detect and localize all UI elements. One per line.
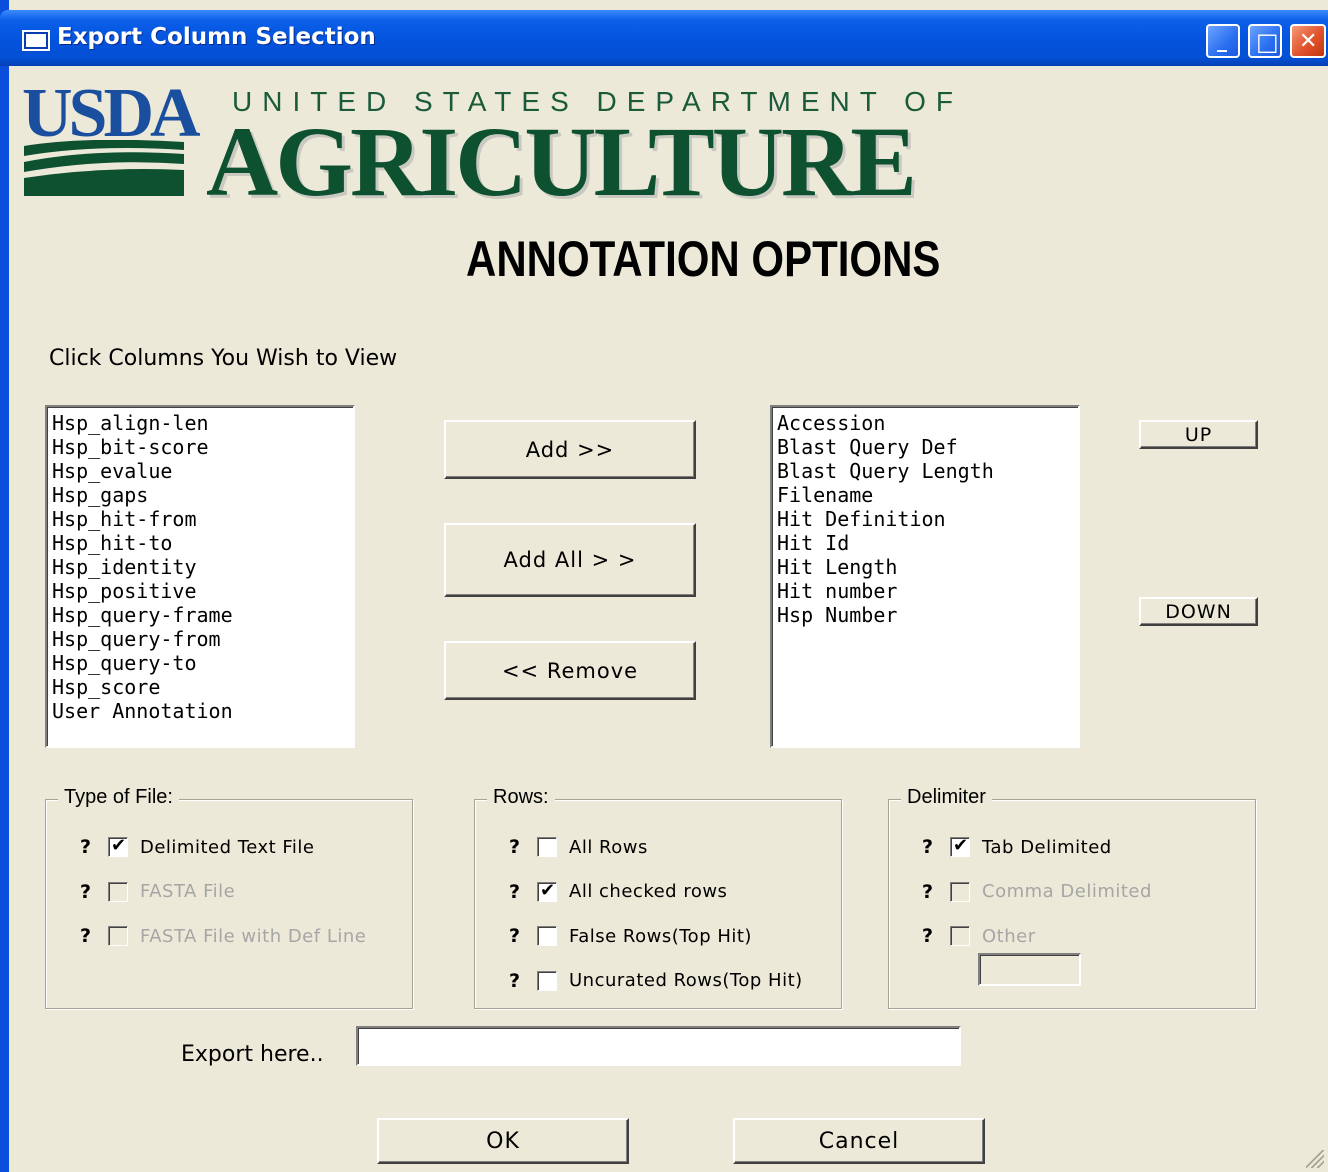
selected-columns-items: Accession Blast Query Def Blast Query Leng… [772,407,1078,627]
list-item[interactable]: Blast Query Length [772,459,1078,483]
export-label: Export here.. [181,1042,324,1067]
help-icon[interactable]: ? [509,970,537,992]
cancel-button[interactable]: Cancel [733,1118,985,1164]
delimiter-checkbox[interactable]: ✔ [950,835,970,857]
checkmark-icon: ✔ [953,835,969,856]
delimiter-option-row: ? Comma Delimited [922,881,1152,903]
help-icon[interactable]: ? [80,881,108,903]
add-all-button[interactable]: Add All > > [444,523,696,597]
maximize-button[interactable]: □ [1248,24,1282,58]
type-of-file-option-row: ? FASTA File [80,881,235,903]
help-icon[interactable]: ? [80,925,108,947]
list-item[interactable]: Hit Length [772,555,1078,579]
list-item[interactable]: Hsp_evalue [47,459,353,483]
list-item[interactable]: Hsp_positive [47,579,353,603]
list-item[interactable]: Hit number [772,579,1078,603]
type-of-file-option-label: Delimited Text File [140,836,315,858]
type-of-file-option-label: FASTA File with Def Line [140,925,367,947]
delimiter-option-label: Other [982,925,1036,947]
help-icon[interactable]: ? [509,836,537,858]
type-of-file-checkbox [108,926,128,946]
delimiter-checkbox [950,926,970,946]
close-icon: ✕ [1299,29,1318,54]
rows-option-row: ? False Rows(Top Hit) [509,925,752,947]
available-columns-items: Hsp_align-len Hsp_bit-score Hsp_evalue Hsp_… [47,407,353,723]
type-of-file-title: Type of File: [58,786,179,809]
maximize-icon: □ [1256,28,1279,56]
type-of-file-option-row: ? ✔ Delimited Text File [80,835,315,858]
delimiter-option-label: Tab Delimited [982,836,1112,858]
help-icon[interactable]: ? [80,836,108,858]
list-item[interactable]: User Annotation [47,699,353,723]
help-icon[interactable]: ? [922,881,950,903]
instruction-label: Click Columns You Wish to View [49,346,398,371]
window-title: Export Column Selection [57,24,376,50]
rows-option-label: All checked rows [569,881,728,902]
help-icon[interactable]: ? [922,836,950,858]
rows-option-label: Uncurated Rows(Top Hit) [569,970,803,991]
rows-checkbox[interactable] [537,837,557,857]
checkmark-icon: ✔ [111,835,127,856]
rows-title: Rows: [487,786,555,809]
list-item[interactable]: Hit Id [772,531,1078,555]
list-item[interactable]: Accession [772,411,1078,435]
rows-option-row: ? All Rows [509,836,648,858]
list-item[interactable]: Hsp_score [47,675,353,699]
add-button[interactable]: Add >> [444,420,696,479]
remove-button[interactable]: << Remove [444,641,696,700]
type-of-file-option-label: FASTA File [140,881,236,902]
move-up-button[interactable]: UP [1139,420,1258,449]
delimiter-checkbox [950,881,970,902]
window-icon [22,30,50,51]
rows-checkbox[interactable]: ✔ [537,879,557,902]
list-item[interactable]: Hsp_align-len [47,411,353,435]
type-of-file-option-row: ? FASTA File with Def Line [80,925,366,947]
type-of-file-checkbox[interactable]: ✔ [108,835,128,857]
type-of-file-group: Type of File: [45,786,413,1009]
close-button[interactable]: ✕ [1290,24,1326,58]
help-icon[interactable]: ? [509,925,537,947]
delimiter-option-row: ? Other [922,925,1036,947]
list-item[interactable]: Hsp_gaps [47,483,353,507]
rows-option-row: ? Uncurated Rows(Top Hit) [509,970,803,992]
export-path-input[interactable] [356,1026,961,1066]
list-item[interactable]: Hsp_query-frame [47,603,353,627]
delimiter-option-row: ? ✔ Tab Delimited [922,835,1112,858]
rows-option-label: All Rows [569,836,648,858]
list-item[interactable]: Blast Query Def [772,435,1078,459]
selected-columns-list[interactable]: Accession Blast Query Def Blast Query Leng… [770,405,1080,748]
agriculture-wordmark: AGRICULTURE [206,106,917,217]
rows-checkbox[interactable] [537,926,557,946]
list-item[interactable]: Hsp_query-to [47,651,353,675]
list-item[interactable]: Hsp_bit-score [47,435,353,459]
rows-checkbox[interactable] [537,970,557,991]
move-down-button[interactable]: DOWN [1139,597,1258,626]
delimiter-title: Delimiter [901,786,992,809]
list-item[interactable]: Hsp_identity [47,555,353,579]
list-item[interactable]: Hsp_hit-from [47,507,353,531]
help-icon[interactable]: ? [922,925,950,947]
title-bar[interactable]: Export Column Selection _ □ ✕ [0,10,1328,66]
other-delimiter-field[interactable] [978,953,1081,986]
list-item[interactable]: Hit Definition [772,507,1078,531]
usda-logo-swoosh-icon [24,140,184,196]
delimiter-option-label: Comma Delimited [982,881,1152,902]
resize-grip-icon[interactable] [1306,1150,1324,1168]
minimize-button[interactable]: _ [1206,24,1240,58]
type-of-file-checkbox [108,881,128,902]
help-icon[interactable]: ? [509,881,537,903]
page-title: ANNOTATION OPTIONS [466,231,941,287]
list-item[interactable]: Hsp_query-from [47,627,353,651]
ok-button[interactable]: OK [377,1118,629,1164]
minimize-icon: _ [1217,28,1227,52]
rows-option-label: False Rows(Top Hit) [569,925,752,947]
list-item[interactable]: Hsp_hit-to [47,531,353,555]
available-columns-list[interactable]: Hsp_align-len Hsp_bit-score Hsp_evalue Hsp_… [45,405,355,748]
list-item[interactable]: Hsp Number [772,603,1078,627]
checkmark-icon: ✔ [540,879,556,901]
list-item[interactable]: Filename [772,483,1078,507]
rows-option-row: ? ✔ All checked rows [509,879,728,903]
